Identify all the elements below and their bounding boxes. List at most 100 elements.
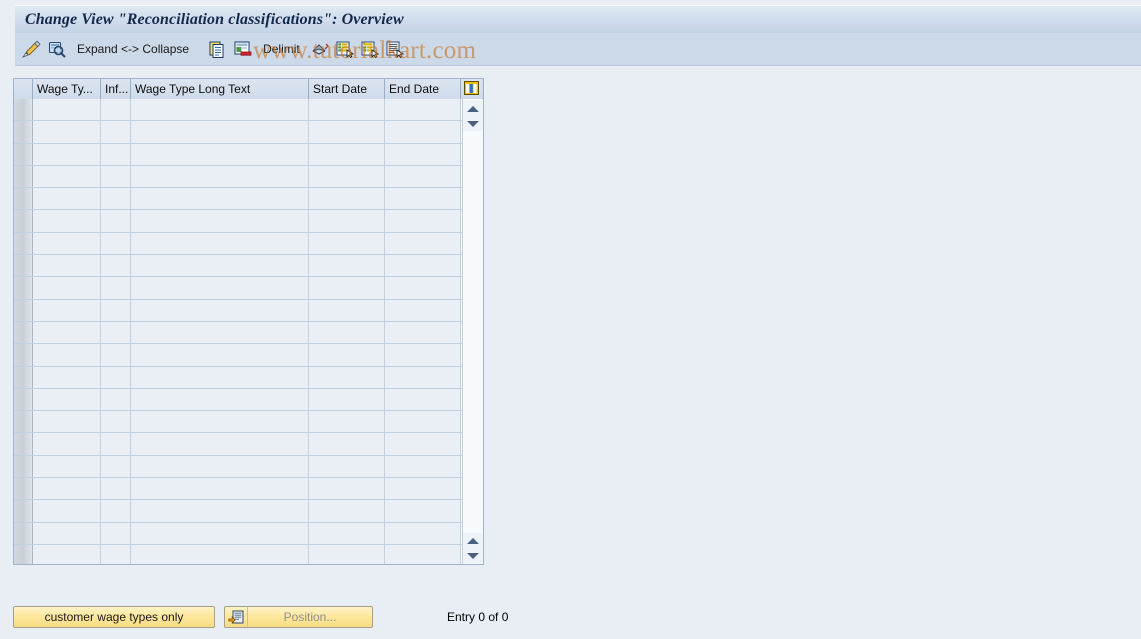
delete-button[interactable] (232, 38, 254, 60)
row-selector-cell[interactable] (14, 433, 33, 455)
cell-start-date[interactable] (309, 344, 385, 366)
cell-wage-type[interactable] (33, 232, 101, 255)
cell-wage-type[interactable] (33, 143, 101, 165)
column-header-inf[interactable]: Inf... (101, 79, 131, 99)
delimit-button[interactable]: Delimit (257, 38, 306, 60)
deselect-all-button[interactable] (359, 38, 381, 60)
cell-wage-type-long-text[interactable] (131, 344, 309, 366)
cell-end-date[interactable] (385, 433, 461, 455)
table-row[interactable] (14, 143, 483, 166)
cell-inf[interactable] (101, 121, 131, 143)
row-selector-cell[interactable] (14, 255, 33, 277)
cell-start-date[interactable] (309, 99, 385, 121)
scroll-up-button-top[interactable] (463, 101, 483, 116)
row-selector-cell[interactable] (14, 478, 33, 500)
cell-end-date[interactable] (385, 188, 461, 210)
cell-end-date[interactable] (385, 121, 461, 143)
cell-wage-type-long-text[interactable] (131, 366, 309, 388)
cell-start-date[interactable] (309, 232, 385, 255)
cell-start-date[interactable] (309, 255, 385, 277)
cell-start-date[interactable] (309, 411, 385, 433)
cell-wage-type[interactable] (33, 277, 101, 299)
cell-start-date[interactable] (309, 433, 385, 455)
cell-wage-type[interactable] (33, 500, 101, 522)
cell-inf[interactable] (101, 388, 131, 411)
table-row[interactable] (14, 433, 483, 456)
table-row[interactable] (14, 232, 483, 256)
row-selector-cell[interactable] (14, 522, 33, 544)
cell-wage-type-long-text[interactable] (131, 99, 309, 121)
table-header-corner[interactable] (14, 79, 33, 99)
cell-inf[interactable] (101, 210, 131, 232)
cell-inf[interactable] (101, 232, 131, 255)
row-selector-cell[interactable] (14, 99, 33, 121)
cell-end-date[interactable] (385, 455, 461, 478)
table-vertical-scrollbar[interactable] (462, 99, 483, 564)
cell-start-date[interactable] (309, 478, 385, 500)
cell-wage-type-long-text[interactable] (131, 165, 309, 188)
table-row[interactable] (14, 321, 483, 345)
cell-wage-type[interactable] (33, 366, 101, 388)
table-row[interactable] (14, 255, 483, 278)
cell-wage-type[interactable] (33, 99, 101, 121)
table-row[interactable] (14, 344, 483, 367)
table-row[interactable] (14, 478, 483, 501)
row-selector-cell[interactable] (14, 210, 33, 232)
cell-wage-type[interactable] (33, 299, 101, 321)
cell-end-date[interactable] (385, 210, 461, 232)
table-row[interactable] (14, 277, 483, 300)
cell-end-date[interactable] (385, 366, 461, 388)
cell-wage-type[interactable] (33, 411, 101, 433)
cell-inf[interactable] (101, 321, 131, 344)
cell-wage-type-long-text[interactable] (131, 255, 309, 277)
cell-end-date[interactable] (385, 165, 461, 188)
cell-inf[interactable] (101, 255, 131, 277)
cell-wage-type[interactable] (33, 121, 101, 143)
cell-inf[interactable] (101, 165, 131, 188)
cell-wage-type[interactable] (33, 210, 101, 232)
table-settings-button[interactable] (461, 79, 482, 99)
select-all-button[interactable] (334, 38, 356, 60)
cell-end-date[interactable] (385, 344, 461, 366)
cell-start-date[interactable] (309, 544, 385, 564)
cell-start-date[interactable] (309, 500, 385, 522)
cell-wage-type-long-text[interactable] (131, 522, 309, 544)
cell-inf[interactable] (101, 99, 131, 121)
cell-end-date[interactable] (385, 544, 461, 564)
row-selector-cell[interactable] (14, 411, 33, 433)
row-selector-cell[interactable] (14, 121, 33, 143)
cell-wage-type[interactable] (33, 344, 101, 366)
row-selector-cell[interactable] (14, 143, 33, 165)
table-row[interactable] (14, 99, 483, 122)
table-row[interactable] (14, 210, 483, 233)
cell-wage-type-long-text[interactable] (131, 188, 309, 210)
table-row[interactable] (14, 411, 483, 434)
cell-inf[interactable] (101, 143, 131, 165)
cell-wage-type-long-text[interactable] (131, 388, 309, 411)
cell-end-date[interactable] (385, 255, 461, 277)
cell-start-date[interactable] (309, 143, 385, 165)
cell-start-date[interactable] (309, 455, 385, 478)
expand-collapse-button[interactable]: Expand <-> Collapse (71, 38, 195, 60)
print-preview-button[interactable] (384, 38, 406, 60)
column-header-wage-type-long-text[interactable]: Wage Type Long Text (131, 79, 309, 99)
column-header-wage-type[interactable]: Wage Ty... (33, 79, 101, 99)
table-row[interactable] (14, 165, 483, 189)
cell-inf[interactable] (101, 455, 131, 478)
row-selector-cell[interactable] (14, 344, 33, 366)
table-row[interactable] (14, 388, 483, 412)
cell-inf[interactable] (101, 478, 131, 500)
cell-wage-type[interactable] (33, 388, 101, 411)
cell-end-date[interactable] (385, 522, 461, 544)
cell-wage-type-long-text[interactable] (131, 143, 309, 165)
cell-end-date[interactable] (385, 299, 461, 321)
cell-inf[interactable] (101, 277, 131, 299)
cell-end-date[interactable] (385, 99, 461, 121)
cell-wage-type[interactable] (33, 433, 101, 455)
row-selector-cell[interactable] (14, 388, 33, 411)
cell-wage-type-long-text[interactable] (131, 232, 309, 255)
cell-end-date[interactable] (385, 411, 461, 433)
cell-inf[interactable] (101, 411, 131, 433)
cell-end-date[interactable] (385, 321, 461, 344)
cell-end-date[interactable] (385, 277, 461, 299)
